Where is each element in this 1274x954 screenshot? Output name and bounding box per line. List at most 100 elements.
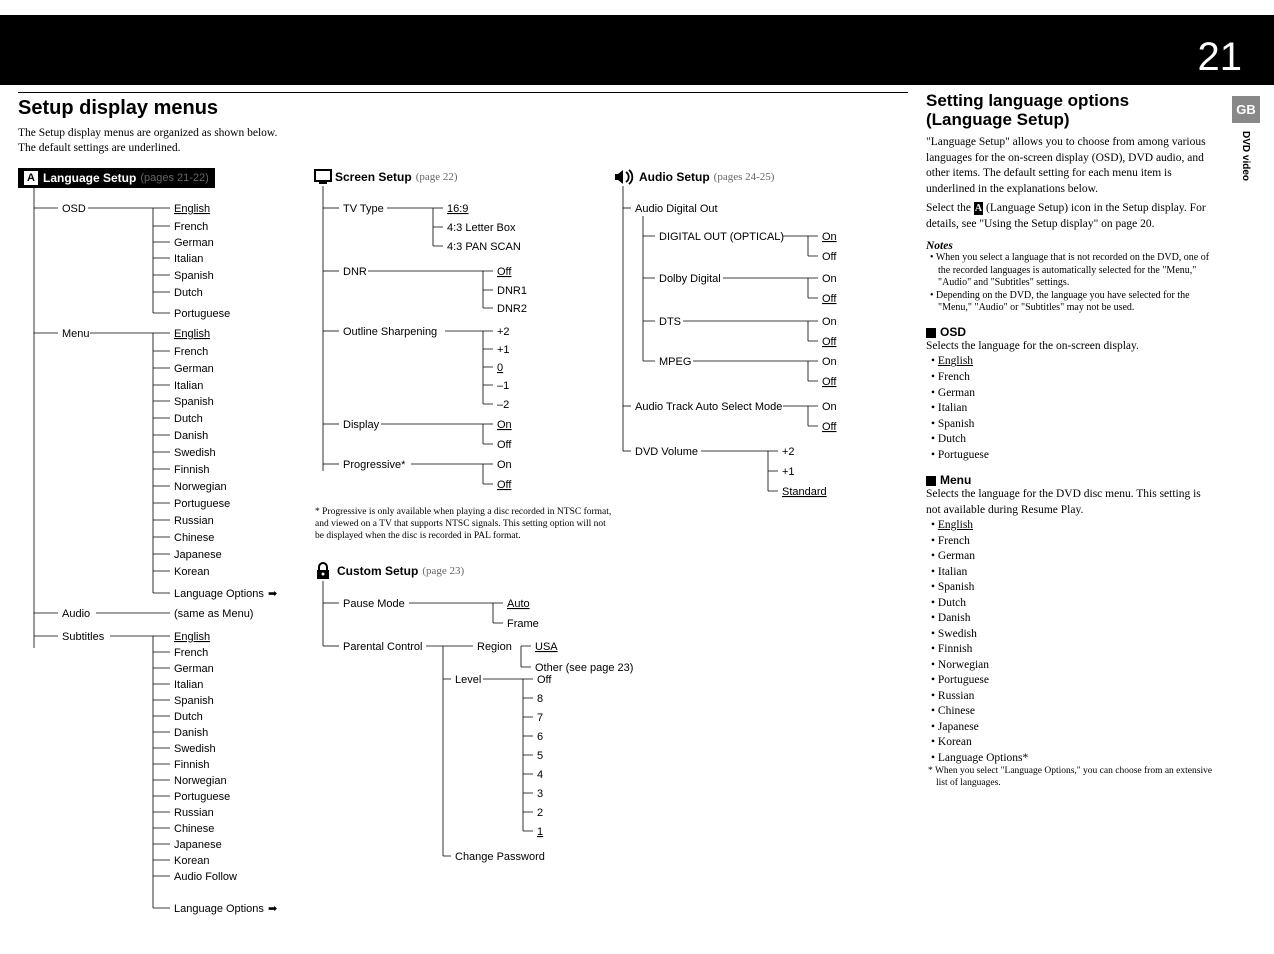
note-2: • Depending on the DVD, the language you… <box>926 290 1214 315</box>
list-item: • Norwegian <box>926 658 1214 674</box>
list-item: • Chinese <box>926 704 1214 720</box>
svg-text:+1: +1 <box>497 344 510 356</box>
custom-setup-head: Custom Setup(page 23) <box>313 561 613 581</box>
svg-text:On: On <box>497 459 512 471</box>
lang-tree: OSD English French German Italian Spanis… <box>18 188 313 928</box>
svg-text:USA: USA <box>535 641 558 653</box>
svg-text:Danish: Danish <box>174 727 208 739</box>
audio-setup-head: Audio Setup(pages 24-25) <box>613 168 923 186</box>
svg-text:Off: Off <box>497 439 512 451</box>
svg-text:Off: Off <box>822 421 837 433</box>
svg-text:French: French <box>174 647 208 659</box>
svg-text:Off: Off <box>537 674 552 686</box>
svg-text:Japanese: Japanese <box>174 839 222 851</box>
svg-text:Off: Off <box>822 336 837 348</box>
svg-text:OSD: OSD <box>62 203 86 215</box>
svg-text:DIGITAL OUT (OPTICAL): DIGITAL OUT (OPTICAL) <box>659 231 784 243</box>
svg-text:On: On <box>822 316 837 328</box>
list-item: • Finnish <box>926 642 1214 658</box>
screen-icon <box>313 168 335 186</box>
svg-text:Off: Off <box>497 479 512 491</box>
section-label: DVD video <box>1232 127 1259 185</box>
svg-text:Parental Control: Parental Control <box>343 641 423 653</box>
screen-tree: TV Type 16:9 4:3 Letter Box 4:3 PAN SCAN… <box>313 186 613 496</box>
list-item: • English <box>926 518 1214 534</box>
svg-text:German: German <box>174 237 214 249</box>
list-item: • Japanese <box>926 720 1214 736</box>
svg-text:German: German <box>174 663 214 675</box>
svg-text:Audio Follow: Audio Follow <box>174 871 237 883</box>
svg-text:Chinese: Chinese <box>174 823 214 835</box>
svg-text:8: 8 <box>537 693 543 705</box>
list-item: • Portuguese <box>926 448 1214 464</box>
list-item: • Russian <box>926 689 1214 705</box>
svg-text:7: 7 <box>537 712 543 724</box>
svg-text:Swedish: Swedish <box>174 743 216 755</box>
svg-text:4: 4 <box>537 769 543 781</box>
svg-text:Change Password: Change Password <box>455 851 545 863</box>
svg-text:MPEG: MPEG <box>659 356 691 368</box>
svg-text:Italian: Italian <box>174 679 203 691</box>
audio-tree: Audio Digital Out DIGITAL OUT (OPTICAL) … <box>613 186 923 506</box>
svg-text:Korean: Korean <box>174 566 209 578</box>
svg-text:➡: ➡ <box>268 903 277 915</box>
svg-text:Portuguese: Portuguese <box>174 791 230 803</box>
notes-head: Notes <box>926 240 1214 252</box>
svg-text:+1: +1 <box>782 466 795 478</box>
svg-text:Dutch: Dutch <box>174 711 203 723</box>
svg-text:French: French <box>174 346 208 358</box>
svg-text:On: On <box>497 419 512 431</box>
a-icon: A <box>24 171 38 185</box>
svg-text:+2: +2 <box>497 326 510 338</box>
note-1: • When you select a language that is not… <box>926 252 1214 290</box>
svg-text:6: 6 <box>537 731 543 743</box>
svg-text:Audio Digital Out: Audio Digital Out <box>635 203 718 215</box>
svg-text:16:9: 16:9 <box>447 203 468 215</box>
svg-text:On: On <box>822 273 837 285</box>
svg-text:Off: Off <box>497 266 512 278</box>
rule <box>18 92 908 93</box>
lang-badge: GB <box>1232 96 1260 123</box>
svg-text:Finnish: Finnish <box>174 464 209 476</box>
svg-text:Dutch: Dutch <box>174 413 203 425</box>
svg-text:Outline Sharpening: Outline Sharpening <box>343 326 437 338</box>
list-item: • Spanish <box>926 580 1214 596</box>
svg-text:➡: ➡ <box>268 588 277 600</box>
svg-text:Finnish: Finnish <box>174 759 209 771</box>
menu-section: Menu Selects the language for the DVD di… <box>926 473 1214 789</box>
side-tab: GB DVD video <box>1232 96 1260 185</box>
svg-text:TV Type: TV Type <box>343 203 384 215</box>
a-icon-inline: A <box>974 202 983 215</box>
list-item: • Language Options* <box>926 751 1214 767</box>
osd-section: OSD Selects the language for the on-scre… <box>926 325 1214 463</box>
svg-text:Frame: Frame <box>507 618 539 630</box>
svg-text:On: On <box>822 401 837 413</box>
list-item: • Dutch <box>926 596 1214 612</box>
svg-text:3: 3 <box>537 788 543 800</box>
square-icon <box>926 476 936 486</box>
svg-text:4:3 Letter Box: 4:3 Letter Box <box>447 222 516 234</box>
page-number: 21 <box>1198 35 1243 80</box>
svg-text:Standard: Standard <box>782 486 827 498</box>
list-item: • Danish <box>926 611 1214 627</box>
svg-text:English: English <box>174 203 210 215</box>
svg-text:Level: Level <box>455 674 481 686</box>
svg-text:5: 5 <box>537 750 543 762</box>
custom-tree: Pause Mode Auto Frame Parental Control R… <box>313 581 653 881</box>
svg-text:Swedish: Swedish <box>174 447 216 459</box>
list-item: • German <box>926 386 1214 402</box>
svg-text:Korean: Korean <box>174 855 209 867</box>
svg-text:DVD Volume: DVD Volume <box>635 446 698 458</box>
svg-text:Off: Off <box>822 376 837 388</box>
svg-text:English: English <box>174 328 210 340</box>
svg-text:Pause Mode: Pause Mode <box>343 598 405 610</box>
svg-text:On: On <box>822 231 837 243</box>
svg-text:Chinese: Chinese <box>174 532 214 544</box>
svg-text:Dutch: Dutch <box>174 287 203 299</box>
right-p1: "Language Setup" allows you to choose fr… <box>926 135 1214 197</box>
svg-text:DNR2: DNR2 <box>497 303 527 315</box>
svg-text:DNR1: DNR1 <box>497 285 527 297</box>
svg-text:Audio Track Auto Select Mode: Audio Track Auto Select Mode <box>635 401 782 413</box>
lock-icon <box>313 561 333 581</box>
svg-text:Menu: Menu <box>62 328 90 340</box>
